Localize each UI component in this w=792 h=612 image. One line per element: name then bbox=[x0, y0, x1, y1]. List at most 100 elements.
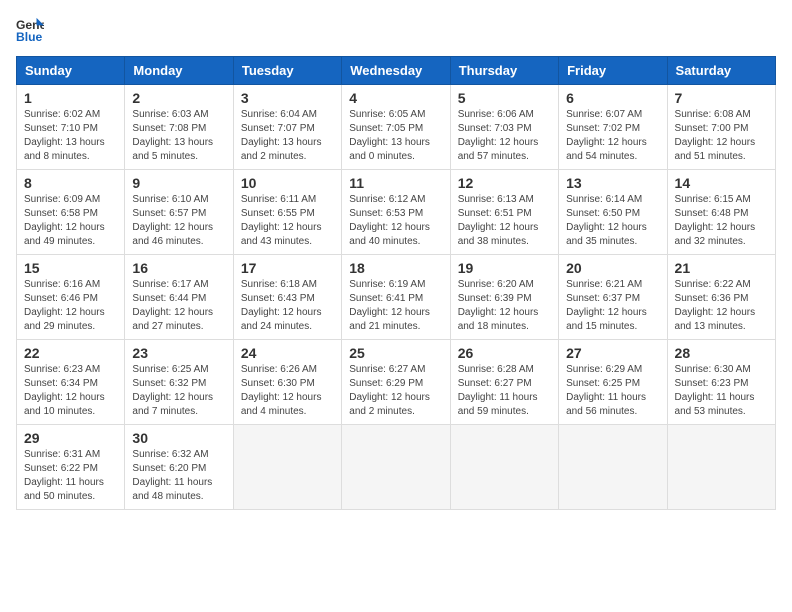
calendar-day-cell: 9 Sunrise: 6:10 AMSunset: 6:57 PMDayligh… bbox=[125, 170, 233, 255]
calendar-day-cell bbox=[342, 425, 450, 510]
calendar-week-row: 29 Sunrise: 6:31 AMSunset: 6:22 PMDaylig… bbox=[17, 425, 776, 510]
day-number: 30 bbox=[132, 430, 225, 446]
calendar-day-cell: 6 Sunrise: 6:07 AMSunset: 7:02 PMDayligh… bbox=[559, 85, 667, 170]
calendar-day-cell: 30 Sunrise: 6:32 AMSunset: 6:20 PMDaylig… bbox=[125, 425, 233, 510]
day-number: 11 bbox=[349, 175, 442, 191]
calendar-day-cell: 23 Sunrise: 6:25 AMSunset: 6:32 PMDaylig… bbox=[125, 340, 233, 425]
day-info: Sunrise: 6:13 AMSunset: 6:51 PMDaylight:… bbox=[458, 193, 551, 249]
day-number: 9 bbox=[132, 175, 225, 191]
day-number: 28 bbox=[675, 345, 768, 361]
day-number: 15 bbox=[24, 260, 117, 276]
calendar-day-cell: 16 Sunrise: 6:17 AMSunset: 6:44 PMDaylig… bbox=[125, 255, 233, 340]
day-number: 7 bbox=[675, 90, 768, 106]
weekday-header-friday: Friday bbox=[559, 57, 667, 85]
calendar-day-cell: 17 Sunrise: 6:18 AMSunset: 6:43 PMDaylig… bbox=[233, 255, 341, 340]
page-header: General Blue bbox=[16, 16, 776, 44]
calendar-day-cell: 5 Sunrise: 6:06 AMSunset: 7:03 PMDayligh… bbox=[450, 85, 558, 170]
day-number: 3 bbox=[241, 90, 334, 106]
day-number: 27 bbox=[566, 345, 659, 361]
calendar-day-cell: 14 Sunrise: 6:15 AMSunset: 6:48 PMDaylig… bbox=[667, 170, 775, 255]
day-number: 22 bbox=[24, 345, 117, 361]
day-number: 25 bbox=[349, 345, 442, 361]
day-info: Sunrise: 6:21 AMSunset: 6:37 PMDaylight:… bbox=[566, 278, 659, 334]
calendar-week-row: 15 Sunrise: 6:16 AMSunset: 6:46 PMDaylig… bbox=[17, 255, 776, 340]
day-number: 8 bbox=[24, 175, 117, 191]
calendar-day-cell: 8 Sunrise: 6:09 AMSunset: 6:58 PMDayligh… bbox=[17, 170, 125, 255]
calendar-day-cell: 24 Sunrise: 6:26 AMSunset: 6:30 PMDaylig… bbox=[233, 340, 341, 425]
day-info: Sunrise: 6:15 AMSunset: 6:48 PMDaylight:… bbox=[675, 193, 768, 249]
calendar-day-cell: 4 Sunrise: 6:05 AMSunset: 7:05 PMDayligh… bbox=[342, 85, 450, 170]
day-info: Sunrise: 6:32 AMSunset: 6:20 PMDaylight:… bbox=[132, 448, 225, 504]
day-info: Sunrise: 6:29 AMSunset: 6:25 PMDaylight:… bbox=[566, 363, 659, 419]
weekday-header-saturday: Saturday bbox=[667, 57, 775, 85]
calendar-day-cell: 1 Sunrise: 6:02 AMSunset: 7:10 PMDayligh… bbox=[17, 85, 125, 170]
logo: General Blue bbox=[16, 16, 44, 44]
day-number: 26 bbox=[458, 345, 551, 361]
calendar-day-cell bbox=[559, 425, 667, 510]
calendar-week-row: 1 Sunrise: 6:02 AMSunset: 7:10 PMDayligh… bbox=[17, 85, 776, 170]
day-info: Sunrise: 6:09 AMSunset: 6:58 PMDaylight:… bbox=[24, 193, 117, 249]
day-number: 5 bbox=[458, 90, 551, 106]
calendar-day-cell: 13 Sunrise: 6:14 AMSunset: 6:50 PMDaylig… bbox=[559, 170, 667, 255]
day-number: 20 bbox=[566, 260, 659, 276]
day-info: Sunrise: 6:10 AMSunset: 6:57 PMDaylight:… bbox=[132, 193, 225, 249]
day-number: 23 bbox=[132, 345, 225, 361]
day-number: 16 bbox=[132, 260, 225, 276]
day-number: 17 bbox=[241, 260, 334, 276]
day-info: Sunrise: 6:14 AMSunset: 6:50 PMDaylight:… bbox=[566, 193, 659, 249]
day-info: Sunrise: 6:07 AMSunset: 7:02 PMDaylight:… bbox=[566, 108, 659, 164]
day-info: Sunrise: 6:20 AMSunset: 6:39 PMDaylight:… bbox=[458, 278, 551, 334]
calendar-day-cell bbox=[667, 425, 775, 510]
calendar-day-cell: 15 Sunrise: 6:16 AMSunset: 6:46 PMDaylig… bbox=[17, 255, 125, 340]
day-info: Sunrise: 6:22 AMSunset: 6:36 PMDaylight:… bbox=[675, 278, 768, 334]
day-number: 6 bbox=[566, 90, 659, 106]
day-info: Sunrise: 6:04 AMSunset: 7:07 PMDaylight:… bbox=[241, 108, 334, 164]
day-info: Sunrise: 6:06 AMSunset: 7:03 PMDaylight:… bbox=[458, 108, 551, 164]
weekday-header-thursday: Thursday bbox=[450, 57, 558, 85]
calendar-day-cell: 29 Sunrise: 6:31 AMSunset: 6:22 PMDaylig… bbox=[17, 425, 125, 510]
day-info: Sunrise: 6:26 AMSunset: 6:30 PMDaylight:… bbox=[241, 363, 334, 419]
day-info: Sunrise: 6:02 AMSunset: 7:10 PMDaylight:… bbox=[24, 108, 117, 164]
calendar-day-cell bbox=[450, 425, 558, 510]
weekday-header-tuesday: Tuesday bbox=[233, 57, 341, 85]
calendar-day-cell: 18 Sunrise: 6:19 AMSunset: 6:41 PMDaylig… bbox=[342, 255, 450, 340]
day-info: Sunrise: 6:11 AMSunset: 6:55 PMDaylight:… bbox=[241, 193, 334, 249]
calendar-day-cell: 28 Sunrise: 6:30 AMSunset: 6:23 PMDaylig… bbox=[667, 340, 775, 425]
day-number: 18 bbox=[349, 260, 442, 276]
day-number: 29 bbox=[24, 430, 117, 446]
weekday-header-wednesday: Wednesday bbox=[342, 57, 450, 85]
calendar-day-cell: 25 Sunrise: 6:27 AMSunset: 6:29 PMDaylig… bbox=[342, 340, 450, 425]
day-number: 14 bbox=[675, 175, 768, 191]
day-number: 10 bbox=[241, 175, 334, 191]
day-info: Sunrise: 6:17 AMSunset: 6:44 PMDaylight:… bbox=[132, 278, 225, 334]
calendar-day-cell: 12 Sunrise: 6:13 AMSunset: 6:51 PMDaylig… bbox=[450, 170, 558, 255]
day-number: 1 bbox=[24, 90, 117, 106]
day-info: Sunrise: 6:16 AMSunset: 6:46 PMDaylight:… bbox=[24, 278, 117, 334]
weekday-header-monday: Monday bbox=[125, 57, 233, 85]
day-info: Sunrise: 6:08 AMSunset: 7:00 PMDaylight:… bbox=[675, 108, 768, 164]
day-number: 24 bbox=[241, 345, 334, 361]
calendar-day-cell: 11 Sunrise: 6:12 AMSunset: 6:53 PMDaylig… bbox=[342, 170, 450, 255]
day-info: Sunrise: 6:28 AMSunset: 6:27 PMDaylight:… bbox=[458, 363, 551, 419]
calendar-day-cell: 10 Sunrise: 6:11 AMSunset: 6:55 PMDaylig… bbox=[233, 170, 341, 255]
calendar-table: SundayMondayTuesdayWednesdayThursdayFrid… bbox=[16, 56, 776, 510]
calendar-day-cell: 27 Sunrise: 6:29 AMSunset: 6:25 PMDaylig… bbox=[559, 340, 667, 425]
svg-text:Blue: Blue bbox=[16, 30, 43, 44]
day-number: 21 bbox=[675, 260, 768, 276]
day-info: Sunrise: 6:18 AMSunset: 6:43 PMDaylight:… bbox=[241, 278, 334, 334]
weekday-header-row: SundayMondayTuesdayWednesdayThursdayFrid… bbox=[17, 57, 776, 85]
day-number: 13 bbox=[566, 175, 659, 191]
day-info: Sunrise: 6:23 AMSunset: 6:34 PMDaylight:… bbox=[24, 363, 117, 419]
day-info: Sunrise: 6:03 AMSunset: 7:08 PMDaylight:… bbox=[132, 108, 225, 164]
day-number: 2 bbox=[132, 90, 225, 106]
day-info: Sunrise: 6:27 AMSunset: 6:29 PMDaylight:… bbox=[349, 363, 442, 419]
day-info: Sunrise: 6:31 AMSunset: 6:22 PMDaylight:… bbox=[24, 448, 117, 504]
day-number: 12 bbox=[458, 175, 551, 191]
calendar-day-cell: 22 Sunrise: 6:23 AMSunset: 6:34 PMDaylig… bbox=[17, 340, 125, 425]
day-info: Sunrise: 6:25 AMSunset: 6:32 PMDaylight:… bbox=[132, 363, 225, 419]
day-number: 4 bbox=[349, 90, 442, 106]
calendar-week-row: 22 Sunrise: 6:23 AMSunset: 6:34 PMDaylig… bbox=[17, 340, 776, 425]
day-number: 19 bbox=[458, 260, 551, 276]
day-info: Sunrise: 6:05 AMSunset: 7:05 PMDaylight:… bbox=[349, 108, 442, 164]
calendar-week-row: 8 Sunrise: 6:09 AMSunset: 6:58 PMDayligh… bbox=[17, 170, 776, 255]
